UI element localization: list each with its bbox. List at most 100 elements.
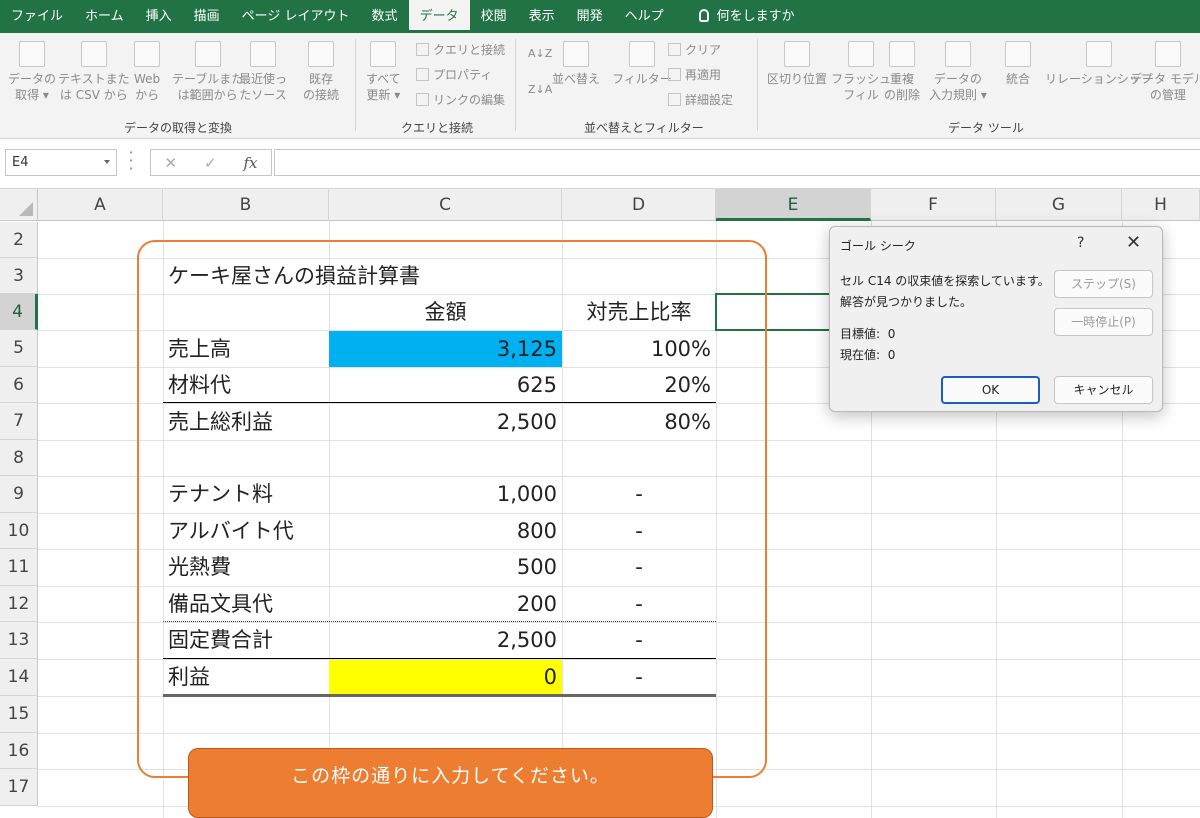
existing-connections-button[interactable]: 既存 の接続 bbox=[303, 41, 339, 103]
sort-button[interactable]: 並べ替え bbox=[552, 41, 600, 87]
tell-me-search[interactable]: 何をしますか bbox=[675, 0, 806, 33]
sort-a-z-button[interactable]: A↓Z bbox=[528, 47, 552, 60]
recent-label1: 最近使っ bbox=[239, 72, 288, 86]
row-header-10[interactable]: 10 bbox=[0, 513, 38, 549]
cancel-icon[interactable]: ✕ bbox=[164, 154, 177, 172]
data-model-button[interactable]: データ モデル の管理 bbox=[1130, 41, 1200, 103]
tab-help[interactable]: ヘルプ bbox=[614, 0, 675, 33]
close-icon[interactable]: ✕ bbox=[1126, 232, 1141, 253]
column-header-a[interactable]: A bbox=[38, 189, 163, 221]
pause-button[interactable]: 一時停止(P) bbox=[1054, 308, 1153, 336]
from-table-button[interactable]: テーブルまた は範囲から bbox=[172, 41, 243, 103]
from-web-button[interactable]: Web から bbox=[134, 41, 160, 103]
row-header-13[interactable]: 13 bbox=[0, 622, 38, 659]
name-box[interactable]: E4 bbox=[5, 149, 117, 176]
clear-filter-button[interactable]: クリア bbox=[668, 41, 721, 58]
edit-links-label: リンクの編集 bbox=[433, 93, 506, 107]
row-header-9[interactable]: 9 bbox=[0, 476, 38, 513]
row-header-12[interactable]: 12 bbox=[0, 586, 38, 622]
refresh-all-button[interactable]: すべて 更新 ▾ bbox=[366, 41, 401, 103]
formula-input[interactable] bbox=[274, 149, 1200, 176]
current-value-row: 現在値: 0 bbox=[840, 346, 895, 363]
text-to-columns-label: 区切り位置 bbox=[767, 72, 828, 86]
filter-button[interactable]: フィルター bbox=[612, 41, 672, 87]
column-header-c[interactable]: C bbox=[329, 189, 562, 221]
tab-review[interactable]: 校閲 bbox=[470, 0, 518, 33]
sort-z-a-label: Z↓A bbox=[528, 83, 553, 96]
tab-file[interactable]: ファイル bbox=[0, 0, 74, 33]
tab-formulas[interactable]: 数式 bbox=[361, 0, 409, 33]
dialog-message-2: 解答が見つかりました。 bbox=[840, 295, 973, 309]
connection-file-icon bbox=[308, 41, 334, 67]
properties-button[interactable]: プロパティ bbox=[416, 66, 492, 83]
row-header-4[interactable]: 4 bbox=[0, 294, 38, 330]
remove-dup-label1: 重複 bbox=[890, 72, 915, 86]
reapply-button[interactable]: 再適用 bbox=[668, 66, 721, 83]
tab-draw[interactable]: 描画 bbox=[183, 0, 231, 33]
row-header-14[interactable]: 14 bbox=[0, 659, 38, 696]
column-header-d[interactable]: D bbox=[562, 189, 716, 221]
ribbon-data: データの取得 ▾ テキストまたは CSV から Web から テーブルまた は範囲か… bbox=[0, 33, 1200, 139]
validation-icon bbox=[944, 41, 971, 67]
row-header-15[interactable]: 15 bbox=[0, 696, 38, 733]
cancel-button[interactable]: キャンセル bbox=[1054, 376, 1153, 404]
ok-button[interactable]: OK bbox=[941, 376, 1040, 404]
column-header-b[interactable]: B bbox=[163, 189, 329, 221]
row-header-11[interactable]: 11 bbox=[0, 549, 38, 586]
from-text-csv-button[interactable]: テキストまたは CSV から bbox=[58, 41, 130, 103]
flash-fill-button[interactable]: フラッシュ フィル bbox=[831, 41, 891, 103]
tab-insert[interactable]: 挿入 bbox=[135, 0, 183, 33]
enter-icon[interactable]: ✓ bbox=[204, 154, 217, 172]
tab-data[interactable]: データ bbox=[408, 0, 470, 33]
queries-connections-button[interactable]: クエリと接続 bbox=[416, 41, 505, 58]
column-header-g[interactable]: G bbox=[996, 189, 1122, 221]
database-icon bbox=[19, 41, 45, 67]
more-icon[interactable]: · · · bbox=[128, 145, 134, 177]
help-icon[interactable]: ? bbox=[1077, 235, 1084, 251]
goal-seek-dialog: ゴール シーク ? ✕ セル C14 の収束値を探索しています。 解答が見つかり… bbox=[829, 226, 1163, 412]
row-header-8[interactable]: 8 bbox=[0, 440, 38, 476]
row-header-3[interactable]: 3 bbox=[0, 258, 38, 294]
edit-links-button[interactable]: リンクの編集 bbox=[416, 91, 505, 108]
column-header-e[interactable]: E bbox=[716, 189, 871, 221]
text-to-columns-button[interactable]: 区切り位置 bbox=[767, 41, 827, 87]
sort-z-a-button[interactable]: Z↓A bbox=[528, 83, 552, 96]
group-label-sort-filter: 並べ替えとフィルター bbox=[584, 121, 704, 135]
row-header-5[interactable]: 5 bbox=[0, 330, 38, 367]
recent-sources-button[interactable]: 最近使っ たソース bbox=[239, 41, 287, 103]
row-header-6[interactable]: 6 bbox=[0, 367, 38, 403]
advanced-label: 詳細設定 bbox=[685, 93, 734, 107]
clock-icon bbox=[250, 41, 276, 67]
row-header-7[interactable]: 7 bbox=[0, 403, 38, 440]
reapply-label: 再適用 bbox=[685, 68, 722, 82]
chevron-down-icon[interactable] bbox=[104, 160, 110, 164]
insert-function-icon[interactable]: fx bbox=[244, 154, 258, 172]
tab-developer[interactable]: 開発 bbox=[566, 0, 614, 33]
flash-fill-icon bbox=[848, 41, 874, 67]
refresh-icon bbox=[370, 41, 397, 67]
data-validation-button[interactable]: データの 入力規則 ▾ bbox=[929, 41, 987, 103]
tab-page-layout[interactable]: ページ レイアウト bbox=[231, 0, 361, 33]
row-header-16[interactable]: 16 bbox=[0, 733, 38, 769]
funnel-icon bbox=[628, 41, 655, 67]
row-header-2[interactable]: 2 bbox=[0, 222, 38, 258]
tab-home[interactable]: ホーム bbox=[74, 0, 135, 33]
consolidate-button[interactable]: 統合 bbox=[1005, 41, 1031, 87]
get-data-button[interactable]: データの取得 ▾ bbox=[8, 41, 56, 103]
queries-icon bbox=[416, 43, 429, 56]
get-data-label1: データの bbox=[8, 72, 57, 86]
text-file-icon bbox=[80, 41, 107, 67]
column-header-h[interactable]: H bbox=[1122, 189, 1200, 221]
lightbulb-icon bbox=[698, 9, 709, 22]
advanced-filter-button[interactable]: 詳細設定 bbox=[668, 91, 733, 108]
column-header-f[interactable]: F bbox=[871, 189, 996, 221]
link-icon bbox=[416, 93, 429, 106]
tab-view[interactable]: 表示 bbox=[518, 0, 566, 33]
step-button[interactable]: ステップ(S) bbox=[1054, 270, 1153, 298]
select-all-button[interactable] bbox=[0, 189, 38, 221]
dialog-title: ゴール シーク bbox=[840, 239, 916, 253]
refresh-label2: 更新 ▾ bbox=[366, 88, 401, 102]
row-header-17[interactable]: 17 bbox=[0, 769, 38, 806]
get-data-label2: 取得 ▾ bbox=[15, 88, 49, 102]
remove-duplicates-button[interactable]: 重複 の削除 bbox=[884, 41, 920, 103]
